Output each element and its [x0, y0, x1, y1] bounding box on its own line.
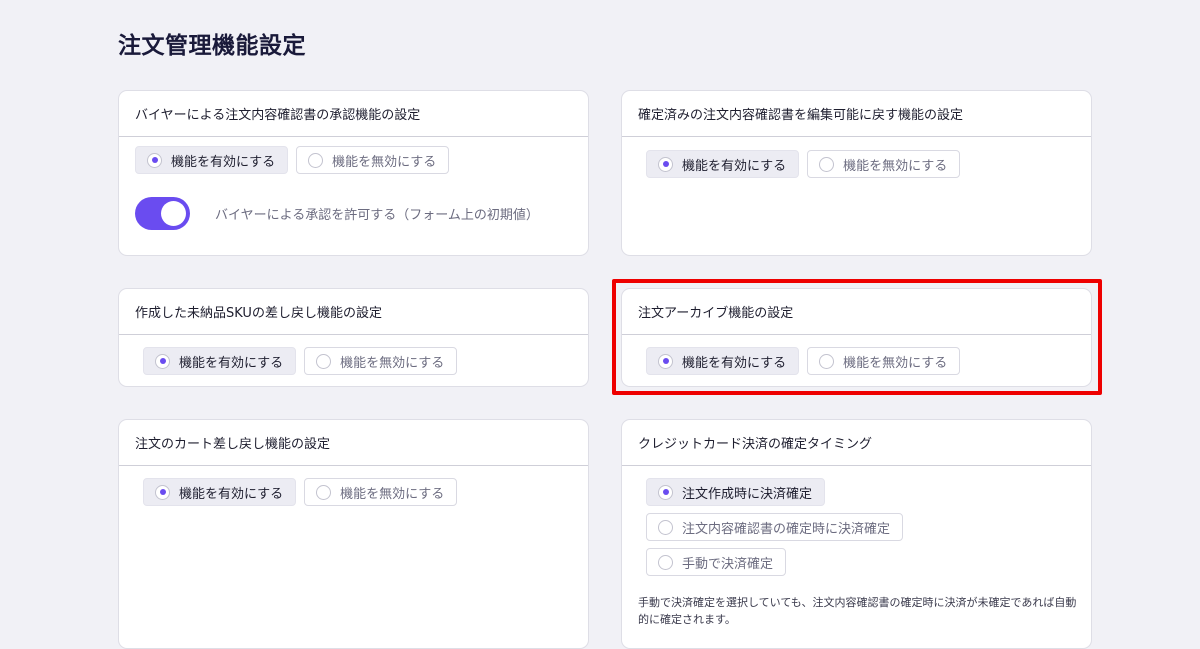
radio-dot-icon	[316, 353, 332, 369]
radio-label: 機能を有効にする	[682, 158, 787, 174]
radio-disable[interactable]: 機能を無効にする	[304, 347, 458, 375]
radio-option-order-created[interactable]: 注文作成時に決済確定	[646, 478, 826, 506]
radio-dot-icon	[819, 353, 835, 369]
radio-dot-selected-icon	[658, 156, 673, 172]
radio-disable[interactable]: 機能を無効にする	[296, 146, 450, 174]
radio-disable[interactable]: 機能を無効にする	[304, 478, 458, 506]
toggle-knob	[161, 201, 186, 226]
radio-group: 注文作成時に決済確定 注文内容確認書の確定時に決済確定 手動で決済確定	[646, 478, 904, 576]
radio-group: 機能を有効にする 機能を無効にする	[143, 478, 458, 506]
radio-option-manual[interactable]: 手動で決済確定	[646, 548, 787, 576]
radio-label: 機能を無効にする	[340, 486, 445, 502]
radio-dot-icon	[316, 484, 332, 500]
radio-group: 機能を有効にする 機能を無効にする	[143, 347, 458, 375]
radio-dot-selected-icon	[658, 353, 673, 369]
card-sku-revert: 作成した未納品SKUの差し戻し機能の設定 機能を有効にする 機能を無効にする	[118, 288, 589, 387]
card-title: バイヤーによる注文内容確認書の承認機能の設定	[119, 91, 588, 137]
card-title: クレジットカード決済の確定タイミング	[622, 420, 1091, 466]
radio-dot-selected-icon	[155, 484, 170, 500]
card-title: 確定済みの注文内容確認書を編集可能に戻す機能の設定	[622, 91, 1091, 137]
radio-label: 手動で決済確定	[682, 556, 774, 572]
toggle-row: バイヤーによる承認を許可する（フォーム上の初期値）	[135, 197, 539, 230]
radio-group: 機能を有効にする 機能を無効にする	[646, 347, 961, 375]
card-archive: 注文アーカイブ機能の設定 機能を有効にする 機能を無効にする	[621, 288, 1092, 387]
card-credit-card-timing: クレジットカード決済の確定タイミング 注文作成時に決済確定 注文内容確認書の確定…	[621, 419, 1092, 649]
radio-label: 機能を無効にする	[332, 154, 437, 170]
radio-dot-icon	[308, 152, 324, 168]
page-title: 注文管理機能設定	[118, 33, 306, 59]
radio-enable[interactable]: 機能を有効にする	[135, 146, 289, 174]
radio-dot-selected-icon	[658, 484, 673, 500]
toggle-label: バイヤーによる承認を許可する（フォーム上の初期値）	[215, 208, 539, 223]
radio-label: 機能を無効にする	[843, 158, 948, 174]
radio-dot-icon	[658, 519, 673, 535]
radio-disable[interactable]: 機能を無効にする	[807, 150, 961, 178]
radio-dot-icon	[658, 554, 673, 570]
radio-enable[interactable]: 機能を有効にする	[646, 150, 800, 178]
radio-group: 機能を有効にする 機能を無効にする	[646, 150, 961, 178]
radio-dot-selected-icon	[147, 152, 162, 168]
radio-group: 機能を有効にする 機能を無効にする	[135, 146, 450, 174]
radio-label: 注文内容確認書の確定時に決済確定	[682, 521, 891, 537]
radio-label: 機能を有効にする	[179, 486, 284, 502]
radio-disable[interactable]: 機能を無効にする	[807, 347, 961, 375]
radio-label: 機能を無効にする	[843, 355, 948, 371]
radio-label: 機能を有効にする	[179, 355, 284, 371]
radio-label: 機能を有効にする	[171, 154, 276, 170]
radio-enable[interactable]: 機能を有効にする	[143, 347, 297, 375]
card-cart-revert: 注文のカート差し戻し機能の設定 機能を有効にする 機能を無効にする	[118, 419, 589, 649]
radio-option-confirmation-finalized[interactable]: 注文内容確認書の確定時に決済確定	[646, 513, 904, 541]
card-buyer-approval: バイヤーによる注文内容確認書の承認機能の設定 機能を有効にする 機能を無効にする…	[118, 90, 589, 256]
radio-dot-selected-icon	[155, 353, 170, 369]
radio-label: 機能を無効にする	[340, 355, 445, 371]
radio-enable[interactable]: 機能を有効にする	[646, 347, 800, 375]
card-title: 注文アーカイブ機能の設定	[622, 289, 1091, 335]
radio-dot-icon	[819, 156, 835, 172]
radio-label: 機能を有効にする	[682, 355, 787, 371]
card-title: 注文のカート差し戻し機能の設定	[119, 420, 588, 466]
radio-enable[interactable]: 機能を有効にする	[143, 478, 297, 506]
payment-note: 手動で決済確定を選択していても、注文内容確認書の確定時に決済が未確定であれば自動…	[638, 596, 1077, 626]
radio-label: 注文作成時に決済確定	[682, 486, 813, 502]
buyer-approval-toggle[interactable]	[135, 197, 190, 230]
card-confirmed-revert: 確定済みの注文内容確認書を編集可能に戻す機能の設定 機能を有効にする 機能を無効…	[621, 90, 1092, 256]
card-title: 作成した未納品SKUの差し戻し機能の設定	[119, 289, 588, 335]
